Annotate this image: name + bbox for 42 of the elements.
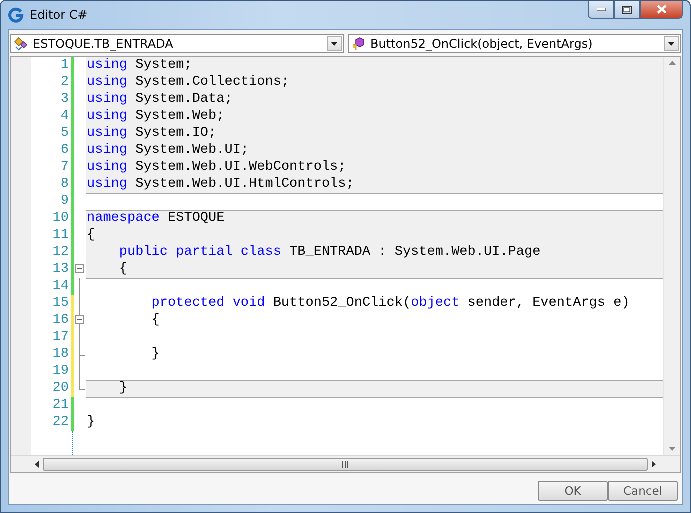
code-line: using System.Web.UI.WebControls; — [87, 160, 346, 175]
dropdown-value: ESTOQUE.TB_ENTRADA — [33, 36, 174, 50]
method-icon — [352, 36, 368, 50]
window-title: Editor C# — [30, 8, 89, 22]
scroll-up-icon[interactable] — [668, 61, 676, 65]
code-line: using System.Web; — [87, 109, 225, 124]
code-line: using System.Collections; — [87, 75, 290, 90]
class-icon — [14, 36, 30, 50]
code-line: namespace ESTOQUE — [87, 211, 225, 226]
dialog-button[interactable]: OK — [538, 480, 608, 500]
code-line: { — [150, 313, 160, 328]
dropdown[interactable]: Button52_OnClick(object, EventArgs) — [348, 34, 681, 53]
dropdown[interactable]: ESTOQUE.TB_ENTRADA — [10, 34, 344, 53]
collapse-icon[interactable] — [75, 264, 84, 273]
code-line: public partial class TB_ENTRADA : System.Web.UI.Page — [118, 245, 541, 260]
code-line: using System.Web.UI; — [87, 143, 250, 158]
code-line: using System.Data; — [87, 92, 233, 107]
code-line: } — [118, 381, 128, 396]
close-button[interactable] — [640, 1, 683, 19]
horizontal-scrollbar[interactable] — [11, 455, 680, 472]
code-line: using System.Web.UI.HtmlControls; — [87, 177, 354, 192]
dialog-button[interactable]: Cancel — [608, 480, 678, 500]
scroll-thumb[interactable] — [43, 458, 648, 470]
app-logo-icon — [8, 7, 24, 23]
scroll-right-icon[interactable] — [652, 460, 656, 468]
maximize-button[interactable] — [614, 1, 640, 19]
code-line: using System; — [87, 58, 192, 73]
scroll-down-icon[interactable] — [668, 447, 676, 451]
code-line: } — [87, 415, 96, 430]
minimize-icon — [596, 8, 606, 11]
scroll-left-icon[interactable] — [35, 460, 39, 468]
code-line: } — [150, 347, 160, 362]
code-line: { — [118, 262, 128, 277]
dropdown-value: Button52_OnClick(object, EventArgs) — [370, 36, 594, 50]
maximize-icon — [622, 6, 632, 14]
collapse-icon[interactable] — [75, 315, 84, 324]
code-line: using System.IO; — [87, 126, 217, 141]
code-line: { — [87, 228, 96, 243]
code-line: protected void Button52_OnClick(object sender, EventArgs e) — [150, 296, 630, 311]
code-editor[interactable] — [10, 56, 681, 473]
minimize-button[interactable] — [588, 1, 614, 19]
close-icon — [656, 5, 666, 14]
